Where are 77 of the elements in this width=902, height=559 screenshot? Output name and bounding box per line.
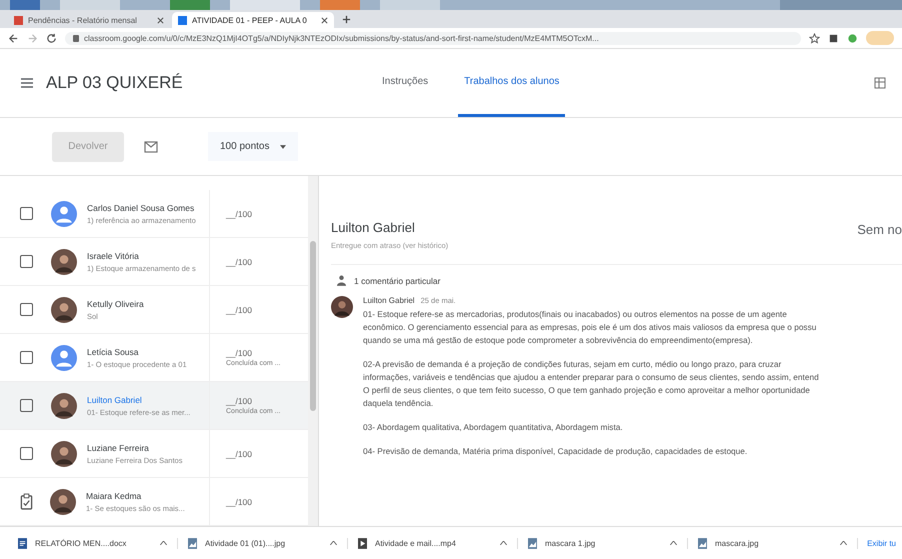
checkbox[interactable] — [20, 207, 33, 220]
class-title: ALP 03 QUIXERÉ — [46, 73, 184, 93]
comment-count: 1 comentário particular — [354, 276, 440, 286]
checkbox[interactable] — [20, 447, 33, 460]
download-item[interactable]: mascara 1.jpg — [518, 538, 688, 548]
page-tab[interactable]: Instruções — [376, 49, 434, 117]
menu-icon[interactable] — [20, 77, 34, 89]
grade-field[interactable]: __/100 — [226, 348, 308, 358]
star-icon[interactable] — [809, 32, 820, 44]
checkbox[interactable] — [20, 351, 33, 364]
checkbox[interactable] — [20, 255, 33, 268]
grade-label: Sem no — [857, 222, 902, 237]
points-dropdown[interactable]: 100 pontos — [208, 132, 298, 161]
image-icon — [188, 538, 197, 548]
student-name: Ketully Oliveira — [87, 298, 144, 308]
student-name: Maiara Kedma — [86, 490, 142, 500]
caret-icon — [280, 144, 286, 148]
download-item[interactable]: Atividade 01 (01)....jpg — [178, 538, 348, 548]
avatar-icon — [51, 296, 77, 322]
avatar-icon — [51, 440, 77, 466]
video-icon — [358, 538, 367, 548]
download-item[interactable]: mascara.jpg — [688, 538, 858, 548]
address-bar[interactable]: classroom.google.com/u/0/c/MzE3NzQ1MjI4OTg5/a/NDIyNjk3NTEzODIx/submissions/by-status/and-sort-first-name/student/MzE4MTM5OTcxM... — [65, 32, 801, 44]
avatar-icon — [51, 392, 77, 418]
download-item[interactable]: Atividade e mail....mp4 — [348, 538, 518, 548]
grade-field[interactable]: __/100 — [226, 496, 308, 506]
download-item[interactable]: RELATÓRIO MEN....docx — [8, 538, 178, 548]
image-icon — [698, 538, 707, 548]
student-name: Carlos Daniel Sousa Gomes — [87, 202, 196, 212]
student-name: Letícia Sousa — [87, 346, 140, 356]
caret-icon[interactable] — [670, 541, 677, 545]
reload-icon[interactable] — [46, 32, 57, 44]
student-name: Luilton Gabriel — [331, 220, 416, 235]
page-tab[interactable]: Trabalhos dos alunos — [458, 49, 566, 117]
comment-text: 01- Estoque refere-se as mercadorias, produtos(finais ou inacabados) ou outros elementos na posse de um agente — [363, 308, 788, 321]
scrollbar[interactable] — [308, 176, 318, 526]
close-icon[interactable] — [157, 16, 164, 24]
image-icon — [528, 538, 537, 548]
caret-icon[interactable] — [330, 541, 337, 545]
document-icon — [18, 538, 27, 548]
student-name: Israele Vitória — [87, 250, 140, 260]
comment-author: Luilton Gabriel — [363, 296, 415, 305]
avatar-icon — [51, 200, 77, 226]
caret-icon[interactable] — [160, 541, 167, 545]
checkbox[interactable] — [20, 399, 33, 412]
avatar-icon — [51, 248, 77, 274]
browser-tab[interactable]: Pendências - Relatório mensal — [8, 12, 170, 28]
comment-text: O perfil de seus clientes, o que tem feito sucesso, O que tem ganhado projeção e como aproveitar a melhor oportunidade — [363, 384, 811, 397]
avatar-icon — [331, 296, 353, 318]
student-name: Luziane Ferreira — [87, 442, 150, 452]
mail-icon[interactable] — [144, 140, 158, 152]
checkbox[interactable] — [20, 303, 33, 316]
browser-tab[interactable]: ATIVIDADE 01 - PEEP - AULA 0 — [172, 12, 334, 28]
comment-text: informações, variáveis e tendências que ajudou a entender preparar para o consumo de seus clientes, sendo assim, entend — [363, 371, 819, 384]
comment-text: 03- Abordagem qualitativa, Abordagem quantitativa, Abordagem mista. — [363, 421, 624, 434]
comment-text: daquela tendência. — [363, 397, 434, 410]
avatar-icon — [50, 488, 76, 514]
show-all-link[interactable]: Exibir tu — [867, 538, 896, 548]
grade-field[interactable]: __/100 — [226, 448, 308, 458]
apps-icon[interactable] — [874, 77, 886, 89]
comment-text: 02-A previsão de demanda é a projeção de condições futuras, sejam em curto, médio ou longo prazo, para cruzar — [363, 358, 782, 371]
clipboard-icon — [20, 493, 33, 510]
caret-icon[interactable] — [500, 541, 507, 545]
close-icon[interactable] — [321, 16, 328, 24]
avatar-icon — [51, 344, 77, 370]
grade-field[interactable]: __/100 — [226, 304, 308, 314]
comment-text: 04- Previsão de demanda, Matéria prima disponível, Capacidade de produção, capacidades de estoque. — [363, 445, 748, 458]
person-icon — [337, 275, 346, 286]
comment-text: econômico. O gerenciamento essencial para as empresas, pois ele é um dos ativos mais valiosos da empresa que o possu — [363, 321, 818, 334]
comment-text: quando se uma má gestão de estoque pode comprometer a sobrevivência do empreendimento(empresa). — [363, 334, 754, 347]
new-tab-icon[interactable] — [342, 15, 351, 24]
grade-field[interactable]: __/100 — [226, 396, 308, 406]
back-icon[interactable] — [8, 32, 19, 44]
caret-icon[interactable] — [840, 541, 847, 545]
grade-field[interactable]: __/100 — [226, 256, 308, 266]
grade-field[interactable]: __/100 — [226, 208, 308, 218]
student-name: Luilton Gabriel — [87, 394, 143, 404]
